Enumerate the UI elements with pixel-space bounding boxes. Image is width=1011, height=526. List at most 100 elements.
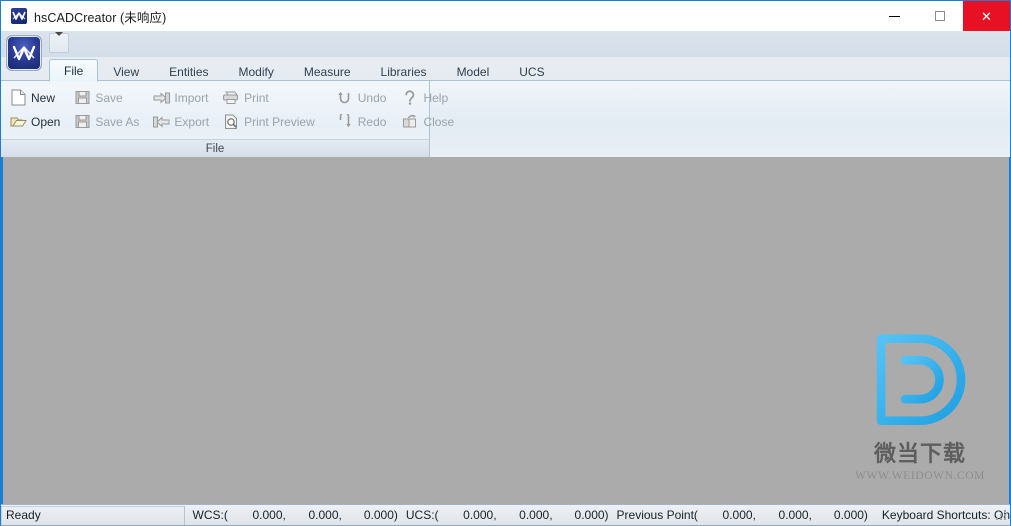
help-question-icon	[401, 89, 419, 107]
tab-label: Entities	[169, 65, 209, 79]
redo-button[interactable]: Redo	[334, 111, 392, 132]
status-keyboard-shortcuts[interactable]: Keyboard Shortcuts: On	[868, 506, 1010, 525]
new-label: New	[31, 90, 56, 105]
print-preview-button[interactable]: Print Preview	[220, 111, 320, 132]
tab-ucs[interactable]: UCS	[504, 61, 559, 82]
status-previous-point-x: 0.000,	[722, 508, 756, 522]
tab-modify[interactable]: Modify	[224, 61, 289, 82]
redo-label: Redo	[357, 114, 387, 129]
tab-label: View	[113, 65, 140, 79]
status-previous-point-z: 0.000)	[833, 508, 868, 522]
ribbon-group-items: New Open Save Save As Import Export Prin…	[1, 81, 454, 132]
application-menu-button[interactable]	[6, 35, 42, 71]
status-previous-point: Previous Point( 0.000, 0.000, 0.000)	[609, 506, 868, 525]
status-wcs-label: WCS:(	[192, 508, 228, 522]
print-preview-label: Print Preview	[244, 114, 315, 129]
import-arrow-icon	[152, 89, 170, 107]
drawing-canvas[interactable]: 微当下载 WWW.WEIDOWN.COM	[1, 157, 1010, 504]
save-label: Save	[95, 90, 123, 105]
close-icon: ✕	[981, 8, 992, 24]
ribbon-panel-area: New Open Save Save As Import Export Prin…	[1, 80, 1010, 157]
application-window: hsCADCreator (未响应) ✕ File View Entities …	[0, 0, 1011, 526]
chevron-down-icon	[54, 32, 64, 50]
status-wcs-y: 0.000,	[308, 508, 342, 522]
command-column: Help Close	[399, 87, 459, 132]
export-label: Export	[174, 114, 210, 129]
watermark-url-text: WWW.WEIDOWN.COM	[855, 470, 985, 482]
print-label: Print	[244, 90, 269, 105]
watermark-chinese-text: 微当下载	[873, 441, 966, 466]
close-document-label: Close	[423, 114, 455, 129]
save-as-floppy-icon	[73, 113, 91, 131]
ribbon-tabs: File View Entities Modify Measure Librar…	[1, 57, 1010, 82]
window-controls: ✕	[871, 1, 1010, 31]
ribbon-group-title: File	[1, 139, 429, 157]
status-wcs: WCS:( 0.000, 0.000, 0.000)	[185, 506, 398, 525]
cad-logo-icon	[12, 45, 36, 61]
cad-app-icon	[11, 8, 27, 24]
redo-arrow-icon	[336, 113, 354, 131]
status-ucs: UCS:( 0.000, 0.000, 0.000)	[398, 506, 609, 525]
save-floppy-icon	[73, 89, 91, 107]
tab-libraries[interactable]: Libraries	[366, 61, 442, 82]
new-document-icon	[9, 89, 27, 107]
undo-arrow-icon	[336, 89, 354, 107]
maximize-icon	[935, 11, 945, 21]
command-column: New Open	[7, 87, 65, 132]
export-arrow-icon	[152, 113, 170, 131]
status-previous-point-y: 0.000,	[778, 508, 812, 522]
open-folder-icon	[9, 113, 27, 131]
tab-view[interactable]: View	[98, 61, 154, 82]
save-as-label: Save As	[95, 114, 140, 129]
tab-label: File	[64, 63, 84, 78]
command-column: Import Export	[150, 87, 214, 132]
undo-button[interactable]: Undo	[334, 87, 392, 108]
tab-label: Libraries	[380, 65, 427, 79]
status-previous-point-label: Previous Point(	[616, 508, 698, 522]
status-ucs-y: 0.000,	[519, 508, 553, 522]
close-document-icon	[401, 113, 419, 131]
tab-label: Model	[456, 65, 490, 79]
status-bar: Ready WCS:( 0.000, 0.000, 0.000) UCS:( 0…	[1, 504, 1010, 525]
resize-grip-icon[interactable]	[995, 510, 1007, 522]
status-wcs-x: 0.000,	[252, 508, 286, 522]
quick-access-toolbar	[1, 31, 1010, 71]
status-ready-panel: Ready	[1, 505, 185, 525]
maximize-button[interactable]	[917, 1, 963, 31]
weidown-d-logo	[876, 334, 966, 426]
tab-model[interactable]: Model	[442, 61, 505, 82]
customize-quick-access-toolbar-button[interactable]	[49, 32, 69, 53]
watermark: 微当下载 WWW.WEIDOWN.COM	[845, 330, 995, 482]
help-button[interactable]: Help	[399, 87, 459, 108]
open-label: Open	[31, 114, 61, 129]
open-button[interactable]: Open	[7, 111, 65, 132]
save-as-button[interactable]: Save As	[71, 111, 144, 132]
tab-file[interactable]: File	[49, 59, 99, 82]
import-button[interactable]: Import	[150, 87, 214, 108]
command-column: Undo Redo	[334, 87, 392, 132]
tab-entities[interactable]: Entities	[154, 61, 223, 82]
print-button[interactable]: Print	[220, 87, 320, 108]
tab-measure[interactable]: Measure	[289, 61, 366, 82]
tab-label: Measure	[303, 65, 351, 79]
help-label: Help	[423, 90, 449, 105]
status-wcs-z: 0.000)	[363, 508, 398, 522]
status-keyboard-shortcuts-text: Keyboard Shortcuts: On	[881, 508, 1010, 522]
tab-label: Modify	[238, 65, 274, 79]
status-ready-text: Ready	[6, 508, 41, 522]
tab-label: UCS	[519, 65, 545, 79]
status-ucs-z: 0.000)	[574, 508, 609, 522]
export-button[interactable]: Export	[150, 111, 214, 132]
save-button[interactable]: Save	[71, 87, 144, 108]
title-bar[interactable]: hsCADCreator (未响应) ✕	[1, 1, 1010, 31]
close-button[interactable]: ✕	[963, 1, 1010, 31]
minimize-button[interactable]	[871, 1, 917, 31]
status-ucs-x: 0.000,	[463, 508, 497, 522]
status-ucs-label: UCS:(	[405, 508, 439, 522]
ribbon-group-file: New Open Save Save As Import Export Prin…	[1, 81, 454, 157]
command-column: Print Print Preview	[220, 87, 320, 132]
close-document-button[interactable]: Close	[399, 111, 459, 132]
ribbon: File View Entities Modify Measure Librar…	[1, 31, 1010, 157]
new-button[interactable]: New	[7, 87, 65, 108]
import-label: Import	[174, 90, 209, 105]
